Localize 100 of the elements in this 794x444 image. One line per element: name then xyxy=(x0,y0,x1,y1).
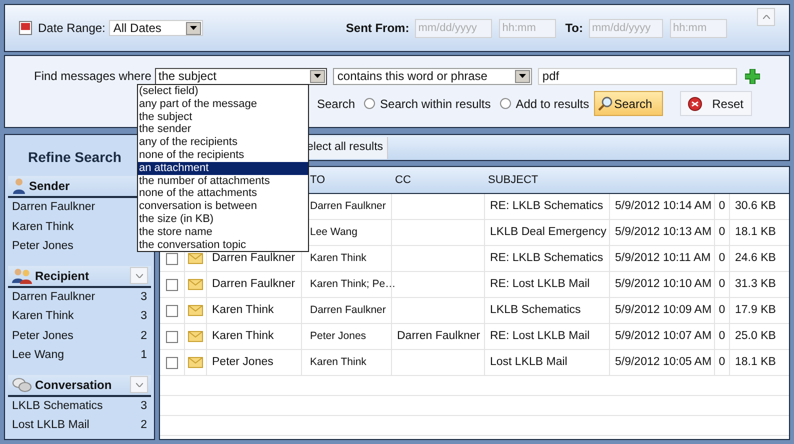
scope-option-label[interactable]: Search xyxy=(317,94,356,112)
table-cell-text: 5/9/2012 10:10 AM xyxy=(615,276,712,292)
add-icon[interactable] xyxy=(745,68,760,84)
filter-item[interactable]: Lee Wang xyxy=(12,347,64,364)
table-cell-text: RE: Lost LKLB Mail xyxy=(490,328,590,344)
chevron-up-icon xyxy=(762,15,770,19)
item-count: 1 xyxy=(140,348,147,364)
table-cell-text: Karen Think xyxy=(212,302,274,318)
date-field[interactable]: mm/dd/yyyy xyxy=(415,18,492,38)
section-title: Recipient xyxy=(35,268,90,284)
table-cell-text: Darren Faulkner xyxy=(310,302,386,318)
table-cell-text: RE: Lost LKLB Mail xyxy=(490,276,590,292)
dropdown-option[interactable]: the subject xyxy=(138,110,308,124)
table-cell-text: RE: LKLB Schematics xyxy=(490,250,604,266)
table-cell-text: 0 xyxy=(718,198,726,214)
filter-item[interactable]: Karen Think xyxy=(12,308,74,326)
magnifier-icon xyxy=(598,96,614,111)
table-cell-text: 5/9/2012 10:14 AM xyxy=(615,198,712,214)
section-title: Sender xyxy=(29,178,70,195)
row-checkbox[interactable] xyxy=(166,252,178,264)
scope-option-label[interactable]: Add to results xyxy=(516,94,590,112)
reset-button[interactable]: Reset xyxy=(680,91,752,116)
dropdown-option[interactable]: the sender xyxy=(138,123,308,136)
envelope-icon xyxy=(188,279,203,290)
table-cell-text: 0 xyxy=(718,354,726,370)
filter-item[interactable]: Lost LKLB Mail xyxy=(12,417,90,434)
field-select[interactable]: the subject xyxy=(155,68,328,84)
envelope-icon xyxy=(188,357,203,368)
calendar-icon xyxy=(19,21,32,35)
search-button[interactable]: Search xyxy=(594,91,664,116)
chevron-down-icon xyxy=(136,274,142,278)
column-header[interactable]: SUBJECT xyxy=(488,172,538,188)
dropdown-option[interactable]: any part of the message xyxy=(138,98,308,111)
table-cell-text: RE: LKLB Schematics xyxy=(490,198,604,214)
table-cell-text: 0 xyxy=(718,328,726,344)
filter-item[interactable]: Peter Jones xyxy=(12,238,74,256)
table-cell-text: 0 xyxy=(718,250,726,266)
row-checkbox[interactable] xyxy=(166,330,178,342)
column-header[interactable]: TO xyxy=(310,172,326,188)
table-cell-text: 18.1 KB xyxy=(735,354,776,370)
filter-item[interactable]: Karen Think xyxy=(12,218,74,236)
table-cell-text: Darren Faulkner xyxy=(212,276,296,292)
table-cell-text: Darren Faulkner xyxy=(212,250,296,266)
date-field[interactable]: mm/dd/yyyy xyxy=(589,18,663,38)
row-checkbox[interactable] xyxy=(166,278,178,290)
dropdown-option[interactable]: the size (in KB) xyxy=(138,212,308,226)
date-range-select[interactable]: All Dates xyxy=(109,20,204,36)
dropdown-option[interactable]: conversation is between xyxy=(138,200,308,213)
item-count: 3 xyxy=(140,290,147,305)
dropdown-option[interactable]: (select field) xyxy=(138,85,308,98)
collapse-button[interactable] xyxy=(757,8,775,26)
item-count: 3 xyxy=(140,309,147,324)
dropdown-option[interactable]: the number of attachments xyxy=(138,174,308,188)
table-cell-text: Lee Wang xyxy=(310,224,358,240)
table-cell-text: 5/9/2012 10:05 AM xyxy=(615,354,712,370)
table-cell-text: 18.1 KB xyxy=(735,224,776,240)
table-cell-text: Peter Jones xyxy=(310,328,366,344)
section-title: Conversation xyxy=(35,376,112,394)
sent-to-label: To: xyxy=(565,20,583,37)
table-cell-text: Karen Think; Pe… xyxy=(310,276,396,292)
time-field[interactable]: hh:mm xyxy=(499,18,556,38)
table-cell-text: Darren Faulkner xyxy=(310,198,386,214)
table-cell-text: 0 xyxy=(718,276,726,292)
time-field[interactable]: hh:mm xyxy=(670,18,727,38)
table-cell-text: Karen Think xyxy=(310,354,366,370)
row-checkbox[interactable] xyxy=(166,304,178,316)
filter-item[interactable]: Darren Faulkner xyxy=(12,199,96,216)
table-cell-text: 30.6 KB xyxy=(735,198,776,214)
person-icon xyxy=(12,178,26,194)
radio-button[interactable] xyxy=(364,98,376,109)
dropdown-option[interactable]: none of the attachments xyxy=(138,187,308,200)
date-range-label: Date Range: xyxy=(38,20,106,37)
dropdown-option[interactable]: the conversation topic xyxy=(138,238,308,252)
filter-item[interactable]: LKLB Schematics xyxy=(12,398,103,415)
table-cell-text: Karen Think xyxy=(310,250,366,266)
sent-from-label: Sent From: xyxy=(346,20,410,37)
filter-item[interactable]: Darren Faulkner xyxy=(12,288,96,306)
table-cell-text: 24.6 KB xyxy=(735,250,776,266)
row-checkbox[interactable] xyxy=(166,356,178,368)
radio-button[interactable] xyxy=(500,98,511,109)
dropdown-option[interactable]: the store name xyxy=(138,226,308,239)
item-count: 3 xyxy=(140,398,147,414)
reset-icon xyxy=(688,96,702,110)
dropdown-option[interactable]: an attachment xyxy=(138,162,308,175)
table-cell-text: LKLB Schematics xyxy=(490,302,581,318)
table-cell-text: Karen Think xyxy=(212,328,274,344)
search-value-field[interactable]: pdf xyxy=(538,68,738,84)
condition-select[interactable]: contains this word or phrase xyxy=(333,68,532,84)
expand-button[interactable] xyxy=(130,376,148,393)
expand-button[interactable] xyxy=(130,267,148,284)
column-header[interactable]: CC xyxy=(395,172,411,188)
filter-item[interactable]: Peter Jones xyxy=(12,328,74,345)
table-cell-text: 31.3 KB xyxy=(735,276,776,292)
item-count: 2 xyxy=(140,328,147,344)
table-cell-text: 5/9/2012 10:13 AM xyxy=(615,224,712,240)
table-cell-text: Darren Faulkner xyxy=(397,328,480,344)
scope-option-label[interactable]: Search within results xyxy=(380,94,491,112)
table-cell-text: 0 xyxy=(718,302,726,318)
speech-bubbles-icon xyxy=(12,376,32,392)
table-cell-text: 5/9/2012 10:07 AM xyxy=(615,328,712,344)
